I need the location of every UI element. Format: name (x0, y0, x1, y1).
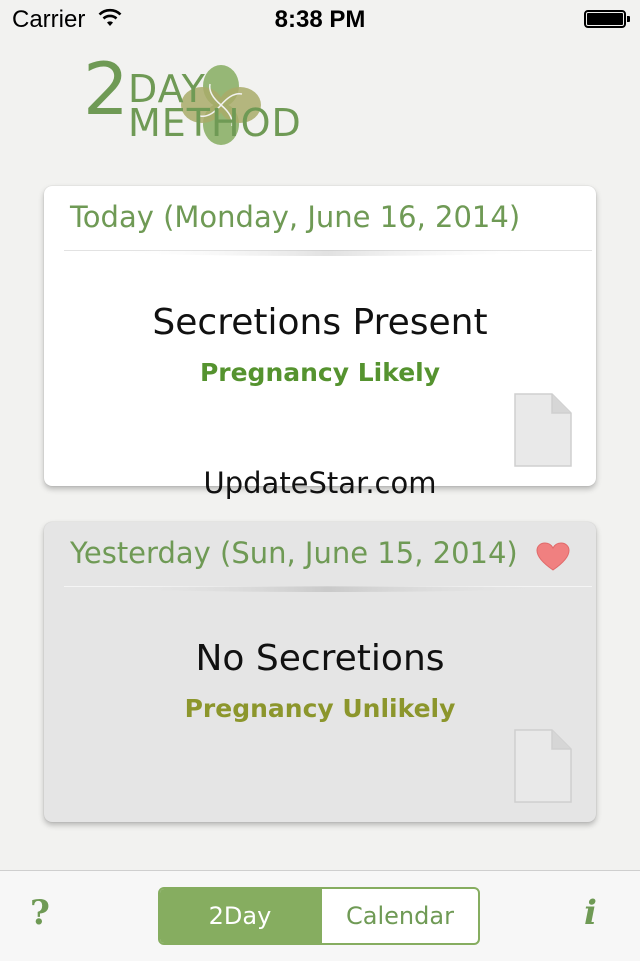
info-button[interactable]: i (584, 893, 597, 933)
bottom-toolbar: ? 2Day Calendar i (0, 870, 640, 961)
card-divider (64, 586, 592, 592)
card-divider (64, 250, 592, 256)
yesterday-card-header: Yesterday (Sun, June 15, 2014) (70, 536, 518, 570)
battery-icon (584, 10, 630, 30)
status-bar: Carrier 8:38 PM (0, 0, 640, 40)
clock: 8:38 PM (274, 6, 366, 33)
today-pregnancy-status: Pregnancy Likely (199, 358, 441, 387)
note-icon[interactable] (514, 729, 572, 803)
note-icon[interactable] (514, 393, 572, 467)
heart-icon (536, 542, 570, 571)
view-segmented-control: 2Day Calendar (158, 887, 480, 945)
yesterday-observation: No Secretions (195, 638, 445, 679)
segment-2day[interactable]: 2Day (160, 889, 320, 943)
watermark-text: UpdateStar.com (203, 466, 437, 500)
logo-number: 2 (83, 47, 129, 131)
today-card-header: Today (Monday, June 16, 2014) (70, 200, 521, 234)
today-card[interactable]: Today (Monday, June 16, 2014) Secretions… (44, 186, 596, 486)
yesterday-pregnancy-status: Pregnancy Unlikely (184, 694, 456, 723)
today-observation: Secretions Present (152, 302, 488, 343)
segment-calendar[interactable]: Calendar (320, 889, 478, 943)
help-button[interactable]: ? (30, 893, 50, 933)
yesterday-card[interactable]: Yesterday (Sun, June 15, 2014) No Secret… (44, 522, 596, 822)
logo-word-method: METHOD (128, 101, 302, 145)
